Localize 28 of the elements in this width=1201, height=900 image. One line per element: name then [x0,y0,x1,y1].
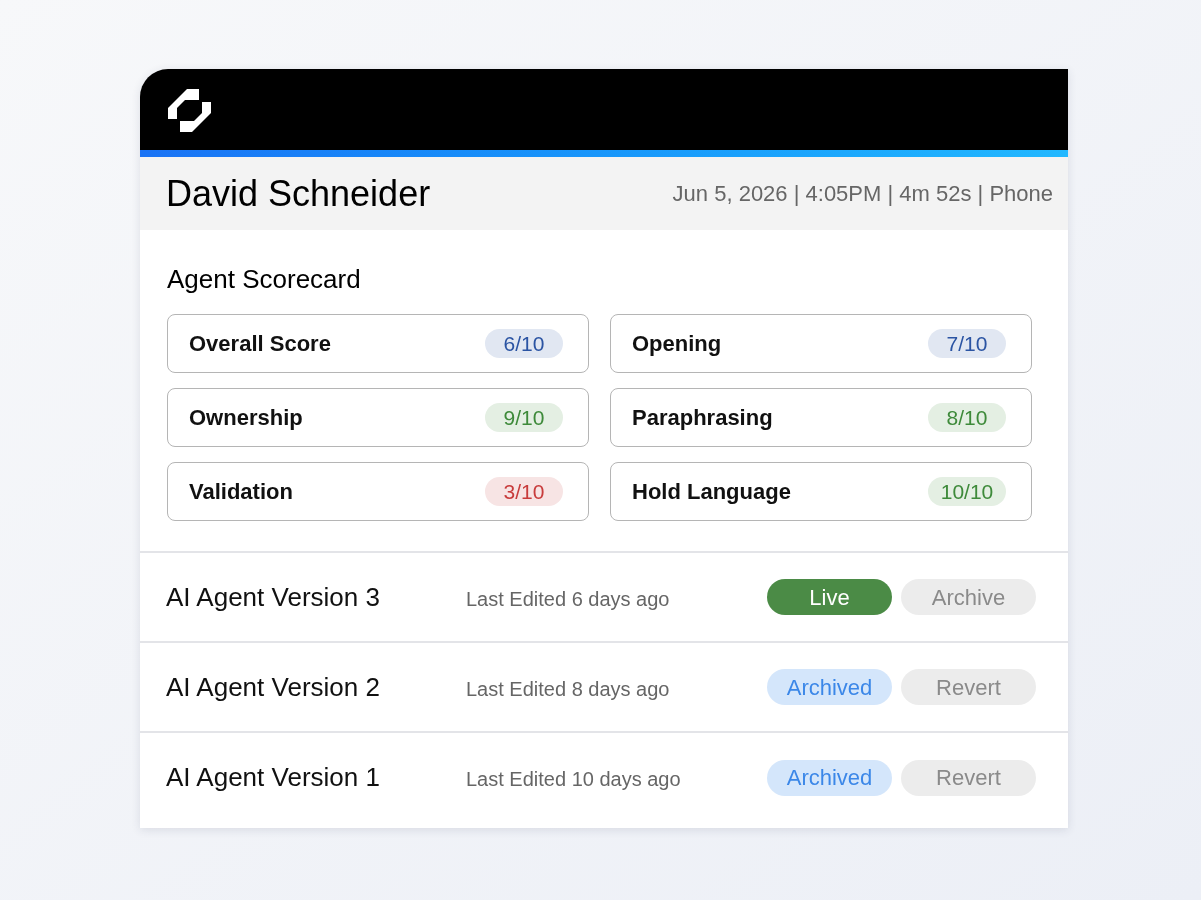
version-action-button[interactable]: Archive [901,579,1036,615]
score-value: 3/10 [485,477,563,506]
score-value: 10/10 [928,477,1006,506]
version-name: AI Agent Version 3 [166,580,380,614]
score-label: Validation [189,478,293,506]
call-details: Jun 5, 2026 | 4:05PM | 4m 52s | Phone [672,182,1053,205]
score-label: Overall Score [189,330,331,358]
section-title: Agent Scorecard [167,266,361,292]
customer-name: David Schneider [166,175,431,212]
version-action-button[interactable]: Revert [901,669,1036,705]
last-edited: Last Edited 6 days ago [466,586,670,612]
version-name: AI Agent Version 2 [166,670,380,704]
status-badge: Archived [767,669,892,705]
score-label: Hold Language [632,478,791,506]
score-label: Ownership [189,404,303,432]
score-label: Opening [632,330,722,358]
score-label: Paraphrasing [632,404,773,432]
version-action-button[interactable]: Revert [901,759,1036,796]
score-value: 7/10 [928,329,1006,358]
status-badge: Archived [767,759,892,796]
last-edited: Last Edited 8 days ago [466,676,670,702]
score-value: 8/10 [928,403,1006,432]
logo-icon [168,88,211,132]
version-name: AI Agent Version 1 [166,761,380,794]
status-badge: Live [767,579,892,615]
score-value: 9/10 [485,403,563,432]
score-value: 6/10 [485,329,563,358]
last-edited: Last Edited 10 days ago [466,767,681,792]
